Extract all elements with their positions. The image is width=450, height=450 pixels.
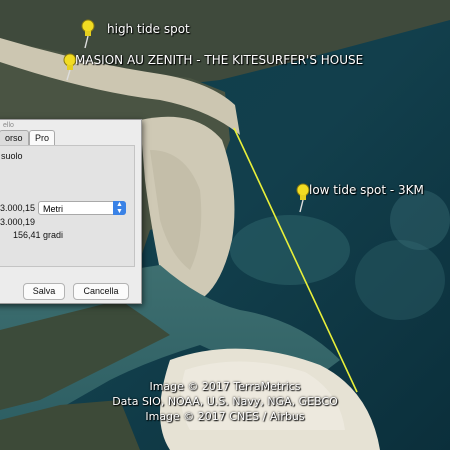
tab-path[interactable]: orso [0,130,29,145]
ground-length-value: 3.000,15 [0,203,36,213]
chevron-updown-icon: ▲ ▼ [113,201,126,215]
map-credit: Image © 2017 TerraMetrics [149,380,301,393]
unit-select-value: Metri [43,204,63,214]
length-value: 3.000,19 [0,217,36,227]
heading-value: 156,41 gradi [13,230,64,240]
map-credit: Data SIO, NOAA, U.S. Navy, NGA, GEBCO [112,395,338,408]
save-button[interactable]: Salva [23,283,65,300]
tab-pro[interactable]: Pro [29,130,56,145]
map-credit: Image © 2017 CNES / Airbus [145,410,305,423]
pin-label-high-tide[interactable]: high tide spot [107,22,190,36]
dialog-tabs: orso Pro [0,130,141,146]
pin-label-low-tide[interactable]: low tide spot - 3KM [309,183,424,197]
unit-select[interactable]: Metri ▲ ▼ [38,201,126,215]
measure-panel: suolo 3.000,15 Metri ▲ ▼ 3.000,19 156,41 … [0,145,135,267]
cancel-button[interactable]: Cancella [73,283,129,300]
ground-label: suolo [1,151,23,161]
dialog-title: ello [3,122,14,129]
pin-label-house[interactable]: MASION AU ZENITH - THE KITESURFER'S HOUS… [75,53,363,67]
ruler-dialog: ello orso Pro suolo 3.000,15 Metri ▲ ▼ 3.… [0,119,142,304]
